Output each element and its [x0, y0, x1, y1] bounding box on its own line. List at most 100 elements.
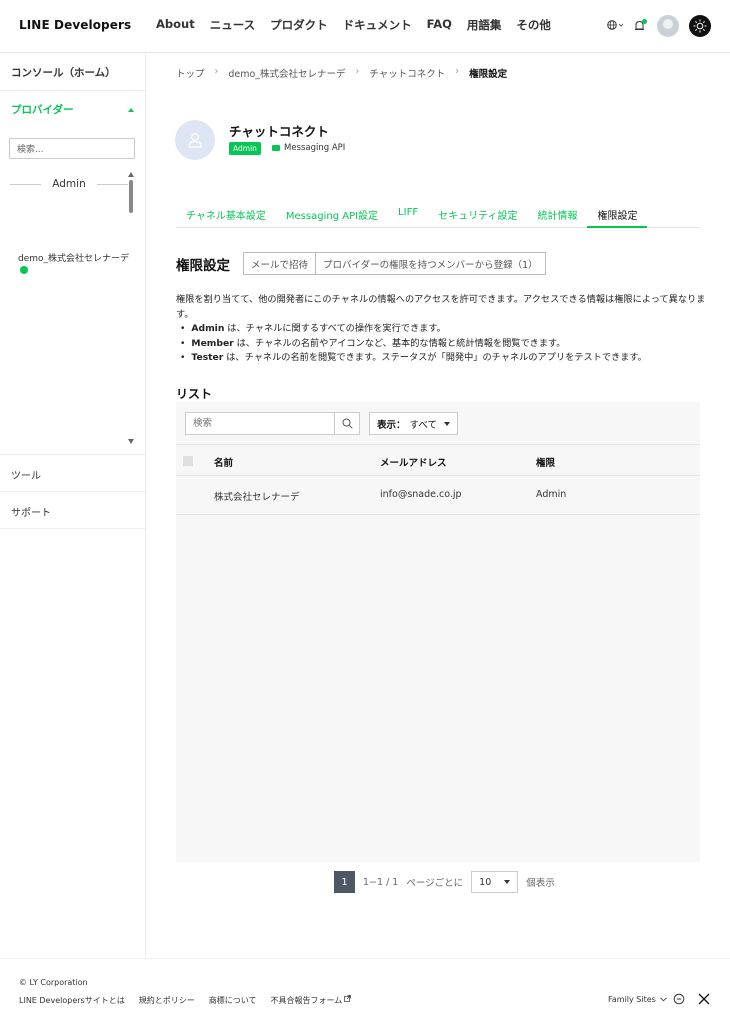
invite-button-group: メールで招待 プロバイダーの権限を持つメンバーから登録（1） — [243, 252, 546, 275]
member-role: Admin — [536, 489, 567, 500]
column-header-email[interactable]: メールアドレス — [380, 455, 447, 469]
table-row[interactable]: 株式会社セレナーデ info@snade.co.jp Admin — [176, 476, 700, 515]
nav-products[interactable]: プロダクト — [270, 17, 328, 33]
breadcrumb-chevron-icon: › — [214, 66, 219, 77]
dropdown-caret-icon — [504, 880, 511, 884]
tab-security[interactable]: セキュリティ設定 — [428, 206, 527, 227]
family-sites-dropdown[interactable]: Family Sites — [608, 995, 668, 1004]
sidebar-tools[interactable]: ツール — [0, 455, 146, 492]
role-list: Admin は、チャネルに関するすべての操作を実行できます。 Member は、… — [176, 322, 706, 366]
verified-check-icon — [20, 266, 28, 274]
sidebar-search-input[interactable]: 検索... — [9, 138, 135, 159]
channel-tabs: チャネル基本設定 Messaging API設定 LIFF セキュリティ設定 統… — [176, 206, 700, 228]
table-header: 名前 メールアドレス 権限 — [176, 444, 700, 476]
select-all-checkbox[interactable] — [183, 456, 193, 466]
footer-link-bug-report-label: 不具合報告フォーム — [270, 996, 343, 1005]
tab-messaging-api[interactable]: Messaging API設定 — [276, 206, 388, 227]
tab-liff[interactable]: LIFF — [388, 206, 428, 227]
breadcrumb-top[interactable]: トップ — [176, 66, 205, 80]
user-avatar[interactable] — [657, 15, 679, 37]
breadcrumb-chevron-icon: › — [455, 66, 460, 77]
footer: © LY Corporation LINE Developersサイトとは 規約… — [0, 958, 730, 1024]
tab-statistics[interactable]: 統計情報 — [527, 206, 587, 227]
permissions-intro: 権限を割り当てて、他の開発者にこのチャネルの情報へのアクセスを許可できます。アク… — [176, 294, 706, 320]
language-globe-icon[interactable] — [607, 19, 624, 34]
scroll-up-arrow-icon[interactable] — [128, 172, 134, 177]
register-from-provider-button[interactable]: プロバイダーの権限を持つメンバーから登録（1） — [315, 253, 545, 274]
page-button-current[interactable]: 1 — [334, 871, 355, 893]
per-page-select[interactable]: 10 — [471, 871, 519, 893]
nav-about[interactable]: About — [156, 17, 195, 33]
chevron-down-icon — [660, 997, 668, 1002]
copyright: © LY Corporation — [19, 978, 88, 987]
x-twitter-icon[interactable] — [698, 993, 710, 1005]
site-logo[interactable]: LINE Developers — [19, 18, 131, 32]
line-chat-icon[interactable] — [673, 993, 685, 1005]
per-page-suffix: 個表示 — [526, 878, 555, 889]
search-icon — [342, 418, 353, 429]
breadcrumb-channel[interactable]: チャットコネクト — [369, 66, 445, 80]
invite-by-email-button[interactable]: メールで招待 — [244, 253, 315, 274]
sidebar-console-home[interactable]: コンソール（ホーム） — [0, 53, 145, 91]
nav-news[interactable]: ニュース — [210, 17, 255, 33]
role-text: は、チャネルの名前やアイコンなど、基本的な情報と統計情報を閲覧できます。 — [236, 337, 566, 349]
role-name: Tester — [191, 352, 224, 363]
collapse-triangle-icon — [128, 107, 134, 112]
footer-links: LINE Developersサイトとは 規約とポリシー 商標について 不具合報… — [19, 995, 365, 1006]
member-name: 株式会社セレナーデ — [214, 492, 300, 503]
breadcrumb: トップ › demo_株式会社セレナーデ › チャットコネクト › 権限設定 — [176, 66, 507, 80]
breadcrumb-chevron-icon: › — [355, 66, 360, 77]
tab-permissions[interactable]: 権限設定 — [587, 206, 648, 228]
top-header: LINE Developers About ニュース プロダクト ドキュメント … — [0, 0, 730, 53]
page-range: 1−1 / 1 — [363, 876, 399, 888]
tab-basic-settings[interactable]: チャネル基本設定 — [176, 206, 276, 227]
sidebar-provider-item[interactable]: demo_株式会社セレナーデ — [18, 251, 129, 264]
footer-link-trademarks[interactable]: 商標について — [209, 995, 257, 1006]
footer-link-about[interactable]: LINE Developersサイトとは — [19, 995, 125, 1006]
channel-type: Messaging API — [272, 143, 345, 153]
provider-list: Admin demo_株式会社セレナーデ — [0, 171, 146, 454]
role-name: Member — [191, 337, 234, 349]
nav-docs[interactable]: ドキュメント — [343, 17, 412, 33]
scroll-down-arrow-icon[interactable] — [128, 439, 134, 444]
nav-more[interactable]: その他 — [516, 17, 551, 33]
list-title: リスト — [176, 387, 213, 401]
role-item: Tester は、チャネルの名前を閲覧できます。ステータスが「開発中」のチャネル… — [180, 351, 706, 366]
breadcrumb-current: 権限設定 — [469, 69, 508, 80]
filter-label: 表示： — [377, 419, 406, 431]
sidebar-providers-label: プロバイダー — [11, 104, 74, 116]
theme-toggle-sun-icon[interactable] — [689, 15, 711, 37]
role-group-label: Admin — [52, 178, 86, 190]
column-header-name[interactable]: 名前 — [214, 455, 233, 469]
role-name: Admin — [191, 323, 225, 334]
chat-bubble-icon — [272, 145, 280, 151]
search-button[interactable] — [334, 413, 359, 434]
scroll-thumb[interactable] — [129, 180, 133, 213]
channel-user-icon — [175, 120, 215, 160]
sidebar-scrollbar[interactable] — [128, 171, 134, 444]
per-page-value: 10 — [479, 876, 492, 888]
member-list-panel: 表示： すべて 名前 メールアドレス 権限 株式会社セレナーデ info@sna… — [176, 402, 700, 862]
role-item: Member は、チャネルの名前やアイコンなど、基本的な情報と統計情報を閲覧でき… — [180, 337, 706, 352]
sidebar-providers-toggle[interactable]: プロバイダー — [0, 91, 145, 128]
display-filter-dropdown[interactable]: 表示： すべて — [369, 412, 458, 435]
nav-faq[interactable]: FAQ — [427, 17, 452, 33]
member-search-input[interactable] — [186, 413, 334, 434]
notification-bell-icon[interactable] — [633, 19, 647, 33]
main-nav: About ニュース プロダクト ドキュメント FAQ 用語集 その他 — [156, 17, 566, 33]
pagination: 1 1−1 / 1 ページごとに 10 個表示 — [334, 871, 555, 893]
role-text: は、チャネルの名前を閲覧できます。ステータスが「開発中」のチャネルのアプリをテス… — [226, 352, 647, 363]
channel-name: チャットコネクト — [229, 124, 329, 139]
footer-link-bug-report[interactable]: 不具合報告フォーム — [270, 995, 352, 1006]
channel-type-label: Messaging API — [284, 143, 346, 153]
sidebar-support[interactable]: サポート — [0, 492, 146, 529]
column-header-role[interactable]: 権限 — [536, 455, 555, 469]
footer-link-terms[interactable]: 規約とポリシー — [139, 995, 195, 1006]
breadcrumb-provider[interactable]: demo_株式会社セレナーデ — [228, 66, 345, 80]
header-actions — [607, 15, 711, 37]
role-text: は、チャネルに関するすべての操作を実行できます。 — [227, 323, 446, 334]
per-page-label: ページごとに — [406, 878, 464, 889]
nav-glossary[interactable]: 用語集 — [467, 17, 502, 33]
filter-value: すべて — [409, 419, 437, 431]
external-link-icon — [344, 995, 352, 1002]
